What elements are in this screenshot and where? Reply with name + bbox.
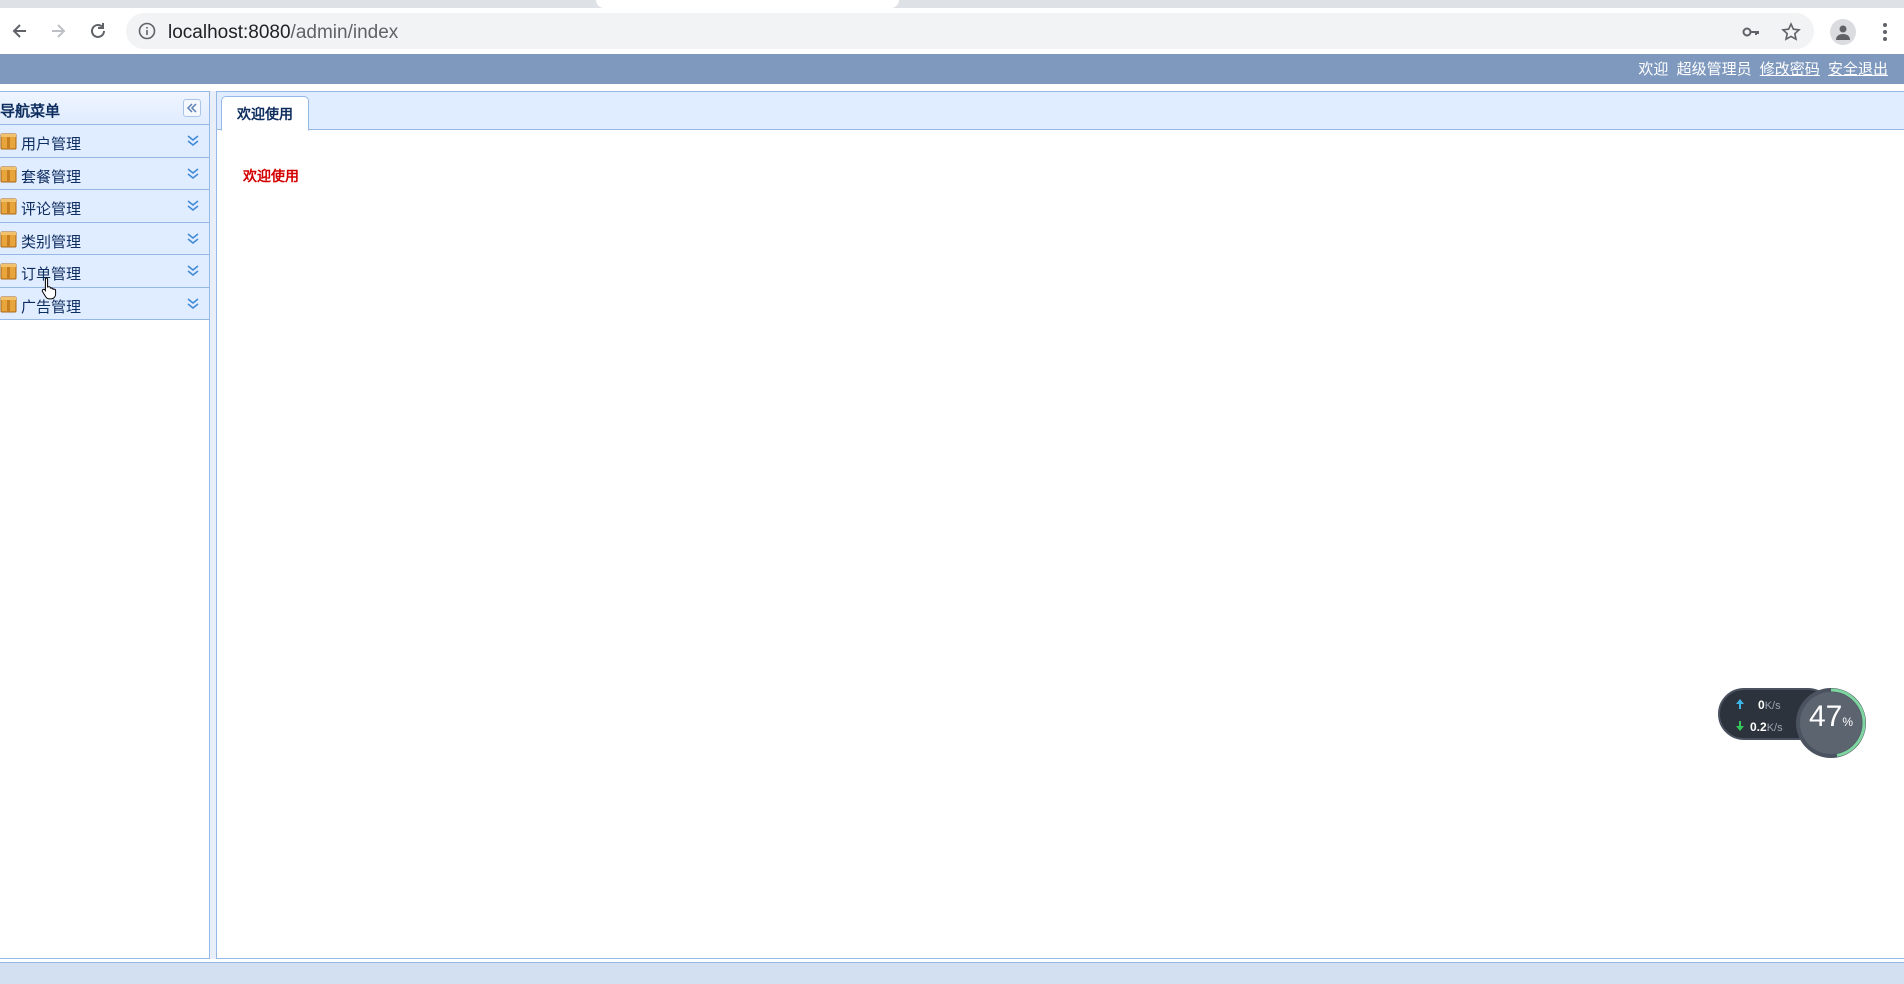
profile-button[interactable] [1830,19,1856,45]
main-panel: 欢迎使用 欢迎使用 [216,91,1904,959]
double-chevron-down-icon[interactable] [185,166,201,182]
double-chevron-left-icon [186,103,197,113]
logout-link[interactable]: 安全退出 [1828,61,1888,78]
sidebar-item[interactable]: 广告管理 [0,287,209,320]
browser-menu-button[interactable] [1872,19,1898,45]
address-bar[interactable]: localhost:8080/admin/index [126,13,1814,49]
sidebar-item-label: 类别管理 [21,233,82,251]
url-text[interactable]: localhost:8080/admin/index [168,22,398,44]
bookmark-button[interactable] [1780,21,1802,43]
download-unit: K/s [1766,722,1783,734]
arrow-up-icon [1736,699,1744,709]
welcome-message: 欢迎使用 [243,168,299,184]
package-icon [0,263,17,280]
reload-button[interactable] [84,17,112,45]
sidebar-item-label: 套餐管理 [21,168,82,186]
star-icon [1781,22,1801,41]
sidebar-title: 导航菜单 [0,103,61,120]
key-icon [1742,27,1759,37]
arrow-down-icon [1736,721,1744,731]
download-value: 0.2 [1750,720,1767,734]
usage-percent-value: 47 [1808,700,1843,733]
username-text: 超级管理员 [1676,61,1752,78]
package-icon [0,198,17,215]
tabs-bar: 欢迎使用 [217,92,1904,131]
browser-toolbar: localhost:8080/admin/index [0,8,1904,54]
upload-unit: K/s [1764,700,1781,712]
person-icon [1836,25,1850,40]
reload-icon [91,23,105,38]
double-chevron-down-icon[interactable] [185,133,201,149]
package-icon [0,133,17,150]
collapse-sidebar-button[interactable] [183,99,201,117]
sidebar-item[interactable]: 套餐管理 [0,157,209,190]
package-icon [0,166,17,182]
tab-welcome[interactable]: 欢迎使用 [221,96,309,131]
sidebar-item[interactable]: 评论管理 [0,190,209,223]
upload-speed: 0K/s [1736,698,1781,712]
sidebar-item[interactable]: 订单管理 [0,255,209,288]
header-user-links: 欢迎 超级管理员 修改密码 安全退出 [1634,58,1888,79]
sidebar: 导航菜单 用户管理套餐管理评论管理类别管理订单管理 广告管理 [0,91,210,959]
info-icon[interactable] [138,22,156,40]
browser-active-tab[interactable] [596,0,899,8]
change-password-link[interactable]: 修改密码 [1760,61,1820,78]
package-icon [0,296,17,312]
double-chevron-down-icon[interactable] [185,231,201,247]
url-path: /admin/index [290,22,399,43]
sidebar-item-label: 评论管理 [21,201,82,218]
net-speed-widget[interactable]: 0K/s 0.2K/s 47% [1718,686,1868,758]
browser-tabstrip [0,0,1904,8]
kebab-menu-icon [1883,23,1887,41]
upload-value: 0 [1758,698,1765,712]
sidebar-item-label: 用户管理 [21,136,82,153]
arrow-left-icon [12,24,26,38]
footer-bar [0,962,1904,984]
usage-percent-sign: % [1842,715,1854,729]
forward-button[interactable] [44,17,72,45]
double-chevron-down-icon[interactable] [185,296,201,312]
sidebar-item[interactable]: 用户管理 [0,125,209,158]
password-key-button[interactable] [1740,21,1762,43]
back-button[interactable] [6,17,34,45]
sidebar-item[interactable]: 类别管理 [0,222,209,255]
greeting-text: 欢迎 [1638,61,1669,78]
package-icon [0,231,17,247]
download-speed: 0.2K/s [1736,720,1783,734]
sidebar-header: 导航菜单 [0,92,209,125]
app-header: 欢迎 超级管理员 修改密码 安全退出 [0,54,1904,84]
arrow-right-icon [52,24,66,38]
url-host: localhost:8080 [168,22,291,43]
usage-percent: 47% [1794,700,1868,734]
double-chevron-down-icon[interactable] [185,263,201,279]
hand-cursor-icon [41,277,57,300]
double-chevron-down-icon[interactable] [185,198,201,214]
